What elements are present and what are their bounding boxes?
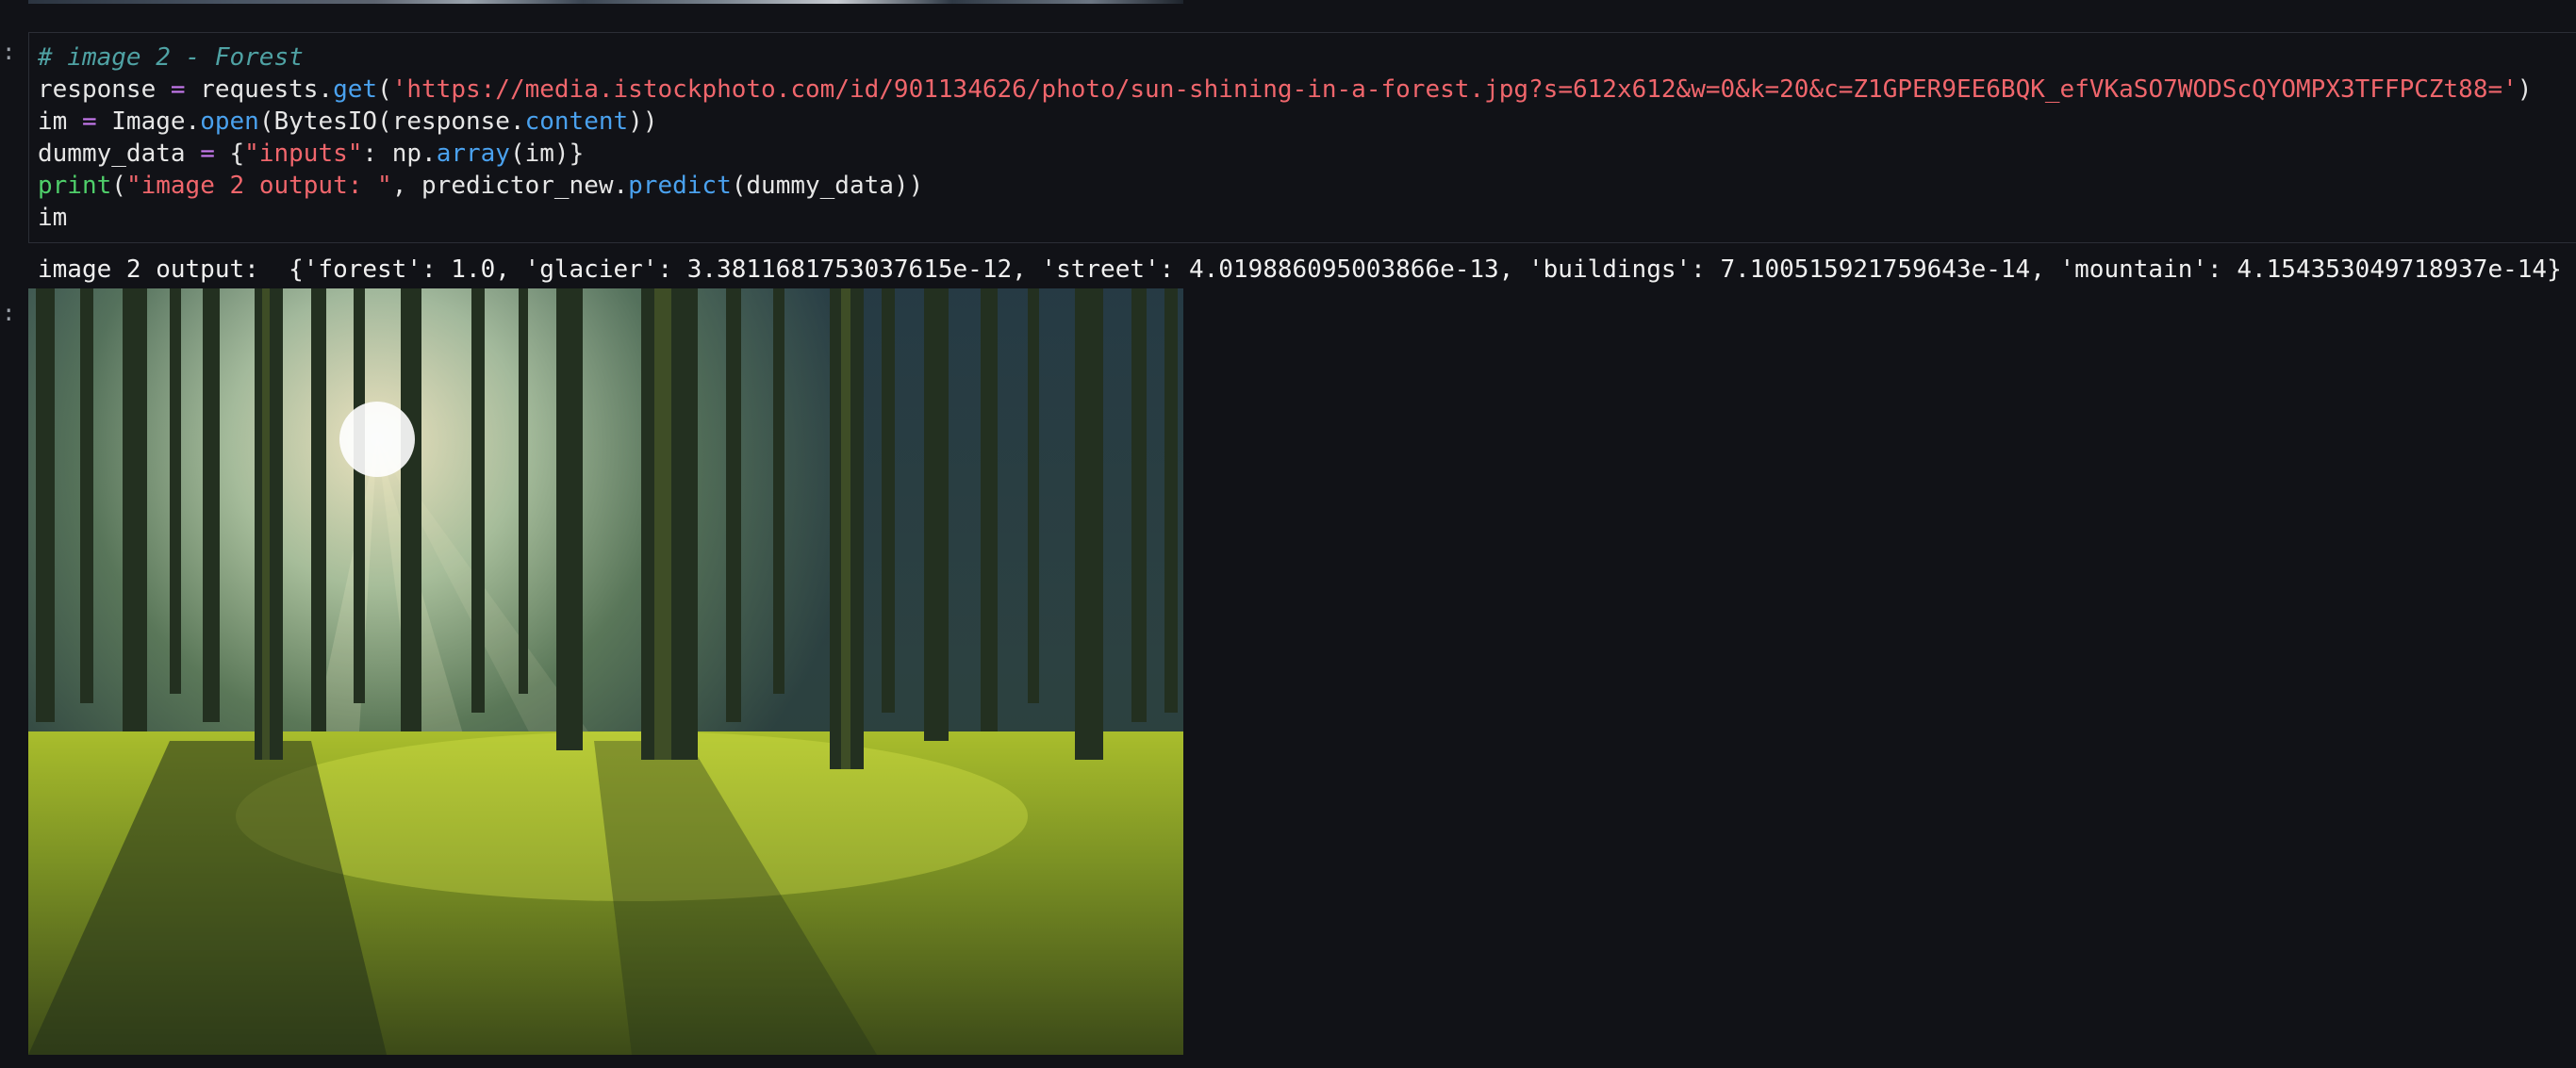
code-token: predict xyxy=(628,172,732,200)
code-token: = xyxy=(67,107,112,136)
code-token: (im)} xyxy=(509,140,585,168)
code-token: response xyxy=(38,75,157,104)
code-token: print xyxy=(38,172,112,200)
code-token: ( xyxy=(111,172,126,200)
code-token: requests. xyxy=(200,75,334,104)
code-token: ) xyxy=(2517,75,2533,104)
code-token: Image. xyxy=(111,107,201,136)
code-token: (dummy_data)) xyxy=(731,172,924,200)
code-token: im xyxy=(38,107,68,136)
code-token: open xyxy=(200,107,259,136)
forest-image-output xyxy=(28,288,1183,1055)
code-token: array xyxy=(436,140,510,168)
input-prompt: : xyxy=(2,39,16,65)
output-prompt: : xyxy=(2,300,16,326)
code-token: dummy_data xyxy=(38,140,186,168)
code-url-string: 'https://media.istockphoto.com/id/901134… xyxy=(391,75,2518,104)
code-token: content xyxy=(524,107,629,136)
code-comment: # image 2 - Forest xyxy=(38,43,304,72)
forest-photo xyxy=(28,288,1183,1055)
code-token: ( xyxy=(377,75,392,104)
code-token: )) xyxy=(628,107,658,136)
code-token: , predictor_new. xyxy=(391,172,629,200)
cell-stdout: image 2 output: {'forest': 1.0, 'glacier… xyxy=(38,255,2562,284)
previous-image-output-edge xyxy=(28,0,1183,4)
code-token: im xyxy=(38,204,68,232)
code-token: get xyxy=(333,75,378,104)
code-token: = xyxy=(156,75,201,104)
code-token: (BytesIO(response. xyxy=(258,107,525,136)
code-token: { xyxy=(229,140,245,168)
code-token: "inputs" xyxy=(244,140,363,168)
code-editor[interactable]: # image 2 - Forest response = requests.g… xyxy=(38,41,2532,234)
code-token: "image 2 output: " xyxy=(125,172,392,200)
code-token: = xyxy=(185,140,230,168)
code-token: : np. xyxy=(362,140,437,168)
